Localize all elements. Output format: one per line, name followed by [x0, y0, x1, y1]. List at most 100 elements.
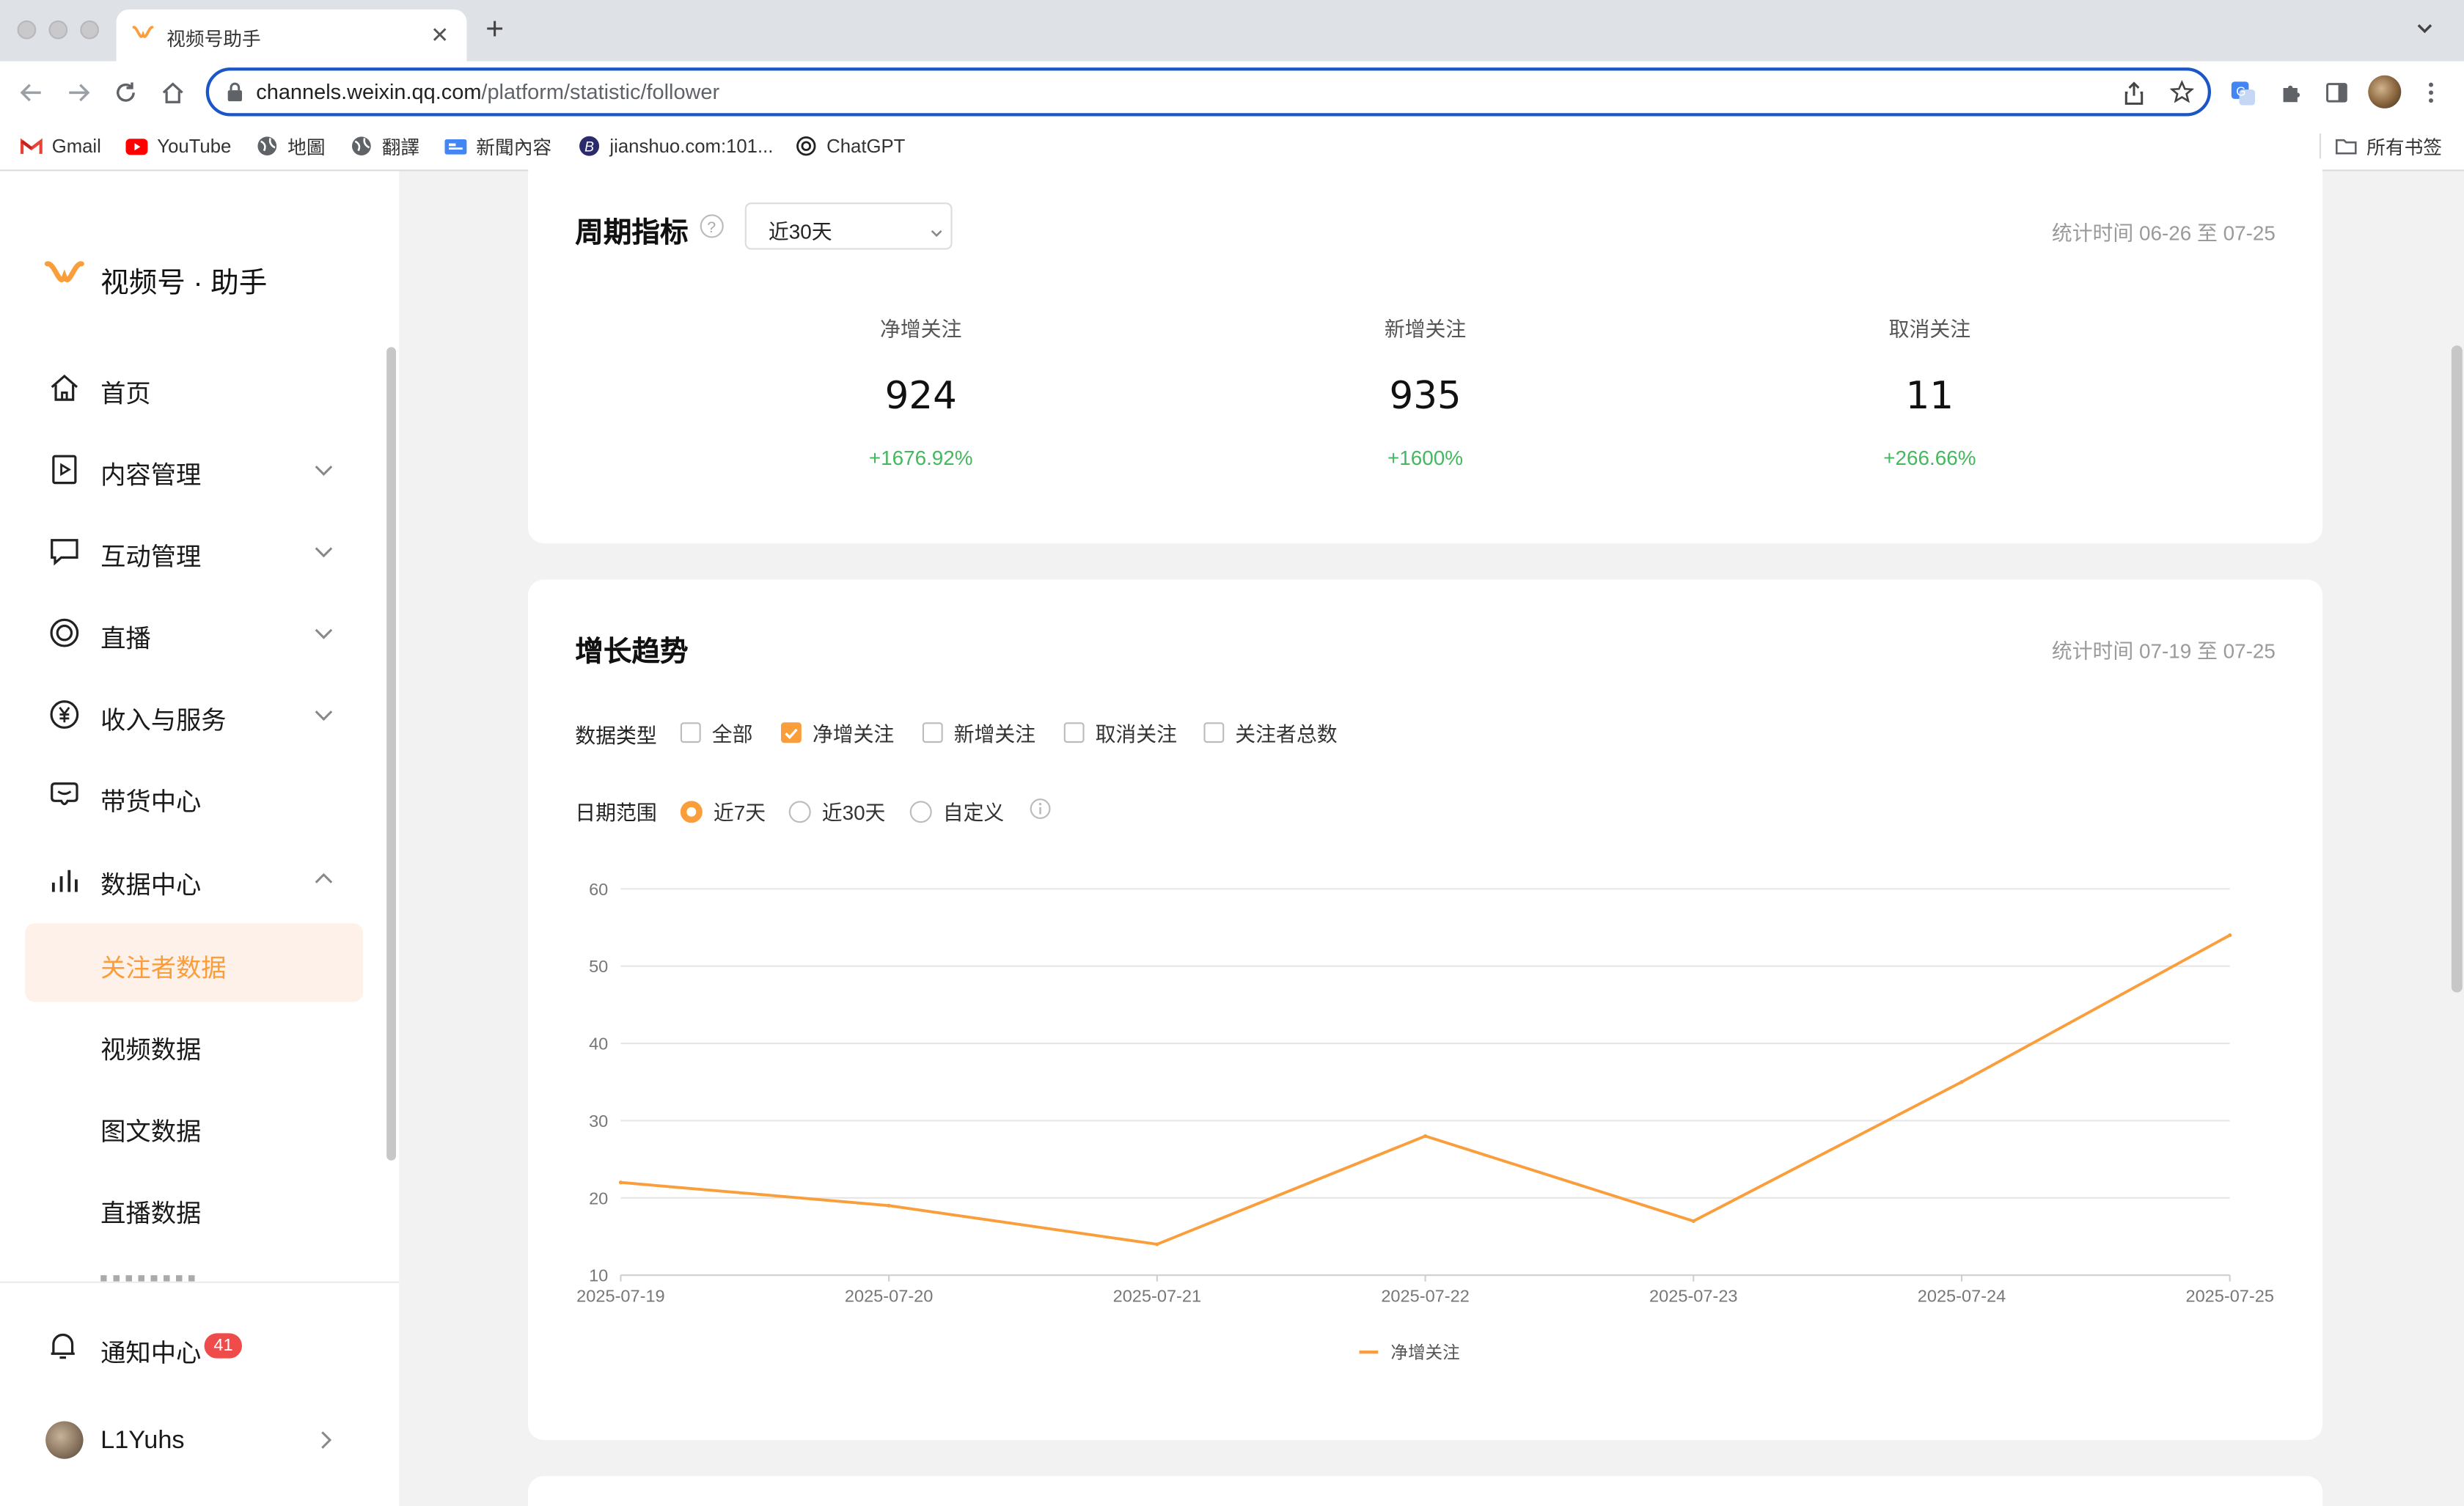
nav-label: 首页	[100, 381, 151, 408]
metric-label: 取消关注	[1888, 317, 1971, 341]
user-profile-row[interactable]: L1Yuhs	[25, 1406, 363, 1474]
nav-item-home[interactable]: 首页	[25, 352, 363, 425]
window-minimize-button[interactable]	[48, 20, 68, 40]
more-vertical-icon[interactable]	[2417, 78, 2446, 107]
sub-item-article-data[interactable]: 图文数据	[25, 1087, 363, 1165]
brand-name: 视频号 · 助手	[100, 266, 268, 298]
sub-item-label: 视频数据	[100, 1037, 202, 1065]
tab-close-icon[interactable]: ✕	[430, 22, 449, 48]
checkbox-all[interactable]: 全部	[680, 718, 752, 748]
growth-trend-card: 增长趋势 统计时间 07-19 至 07-25 数据类型 全部 净增关注 新增关…	[528, 579, 2323, 1441]
sidebar-scrollbar[interactable]	[386, 347, 396, 1161]
sub-item-live-data[interactable]: 直播数据	[25, 1169, 363, 1247]
nav-item-shop[interactable]: 带货中心	[25, 760, 363, 833]
data-point	[1155, 1242, 1159, 1246]
translate-extension-icon[interactable]: G	[2229, 78, 2257, 107]
openai-icon	[795, 135, 817, 157]
radio-label: 自定义	[942, 801, 1005, 825]
nav-item-live[interactable]: 直播	[25, 597, 363, 669]
checkbox-total-followers[interactable]: 关注者总数	[1203, 718, 1338, 748]
bookmark-label: YouTube	[157, 135, 232, 158]
browser-tab-strip: 视频号助手 ✕ +	[0, 0, 2464, 62]
nav-label: 收入与服务	[100, 708, 227, 735]
radio-label: 近7天	[713, 801, 766, 825]
forward-arrow-icon[interactable]	[65, 78, 93, 107]
chevron-down-icon[interactable]	[2413, 18, 2435, 48]
globe-icon	[256, 135, 278, 157]
all-bookmarks-button[interactable]: 所有书签	[2335, 132, 2442, 161]
y-tick-label: 50	[589, 957, 608, 976]
x-tick-label: 2025-07-24	[1918, 1287, 2006, 1306]
radio-30-days[interactable]: 近30天	[788, 796, 885, 826]
tab-title: 视频号助手	[166, 28, 261, 51]
metric-net-follow: 净增关注 924 +1676.92%	[763, 312, 1078, 470]
sub-item-video-data[interactable]: 视频数据	[25, 1005, 363, 1084]
radio-dot	[909, 800, 932, 823]
help-icon[interactable]: ?	[700, 213, 725, 246]
x-tick-label: 2025-07-23	[1649, 1287, 1737, 1306]
checkmark-icon	[781, 722, 802, 743]
radio-custom[interactable]: 自定义	[909, 796, 1005, 826]
data-point	[2228, 933, 2232, 938]
brand-logo[interactable]: 视频号 · 助手	[44, 259, 267, 301]
browser-tab[interactable]: 视频号助手 ✕	[116, 9, 467, 62]
sub-item-follower-data[interactable]: 关注者数据	[25, 923, 363, 1002]
nav-item-interaction[interactable]: 互动管理	[25, 515, 363, 588]
y-tick-label: 20	[589, 1189, 608, 1208]
period-select[interactable]: 近30天	[744, 202, 953, 250]
address-bar[interactable]: channels.weixin.qq.com/platform/statisti…	[205, 67, 2211, 117]
nav-label: 直播	[100, 626, 151, 653]
share-icon[interactable]	[2123, 81, 2145, 113]
checkbox-unfollow[interactable]: 取消关注	[1063, 718, 1177, 748]
bookmark-label: 地圖	[287, 136, 326, 158]
checkbox-net-follow[interactable]: 净增关注	[781, 718, 894, 748]
info-icon[interactable]	[1030, 798, 1052, 828]
radio-7-days[interactable]: 近7天	[680, 796, 766, 826]
checkbox-box	[922, 722, 943, 743]
bookmark-label: 翻譯	[381, 136, 420, 158]
home-button-icon[interactable]	[158, 78, 187, 107]
url-text: channels.weixin.qq.com/platform/statisti…	[256, 80, 719, 103]
bookmark-star-icon[interactable]	[2169, 80, 2195, 111]
bookmark-translate[interactable]: 翻譯	[351, 132, 419, 161]
sub-item-label: 关注者数据	[100, 956, 227, 983]
new-tab-icon[interactable]: +	[485, 14, 504, 45]
window-close-button[interactable]	[17, 20, 37, 40]
checkbox-new-follow[interactable]: 新增关注	[922, 718, 1036, 748]
metric-unfollow: 取消关注 11 +266.66%	[1772, 312, 2087, 470]
nav-item-income[interactable]: 收入与服务	[25, 678, 363, 751]
b-icon: B	[579, 135, 601, 157]
bar-chart-icon	[47, 862, 81, 897]
nav-item-data-center[interactable]: 数据中心	[25, 843, 363, 916]
checkbox-label: 新增关注	[953, 722, 1036, 746]
bookmark-maps[interactable]: 地圖	[256, 132, 326, 161]
y-tick-label: 10	[589, 1266, 608, 1285]
chevron-right-icon	[318, 1429, 333, 1459]
metric-label: 新增关注	[1384, 317, 1467, 341]
bookmark-google-news[interactable]: 新聞內容	[444, 132, 551, 161]
profile-avatar[interactable]	[2368, 75, 2402, 109]
notification-center[interactable]: 通知中心 41	[25, 1311, 363, 1380]
extensions-puzzle-icon[interactable]	[2277, 78, 2306, 107]
bookmark-jianshuo[interactable]: B jianshuo.com:101...	[579, 132, 774, 161]
y-tick-label: 30	[589, 1112, 608, 1131]
reload-icon[interactable]	[111, 78, 140, 107]
data-point	[1423, 1134, 1428, 1139]
sidebar: 视频号 · 助手 首页 内容管理 互动管理 直播 收入与服务 带货中心 数据中心…	[0, 171, 400, 1506]
google-news-icon	[444, 135, 467, 157]
home-icon	[47, 370, 81, 405]
window-zoom-button[interactable]	[80, 20, 99, 40]
bookmark-label: ChatGPT	[826, 135, 906, 158]
svg-text:G: G	[2235, 84, 2245, 98]
bookmark-gmail[interactable]: Gmail	[20, 132, 101, 161]
side-panel-icon[interactable]	[2322, 78, 2351, 107]
nav-item-content[interactable]: 内容管理	[25, 433, 363, 506]
bookmark-youtube[interactable]: YouTube	[125, 132, 231, 161]
growth-trend-chart: 10 20 30 40 50 60 2025-07-19 2025-07-20 2025-07…	[576, 880, 2274, 1362]
bookmark-chatgpt[interactable]: ChatGPT	[795, 132, 905, 161]
svg-text:B: B	[584, 140, 594, 155]
back-arrow-icon[interactable]	[18, 78, 46, 107]
page-scrollbar[interactable]	[2451, 345, 2463, 993]
bookmark-label: jianshuo.com:101...	[609, 135, 774, 158]
metric-label: 净增关注	[879, 317, 962, 341]
